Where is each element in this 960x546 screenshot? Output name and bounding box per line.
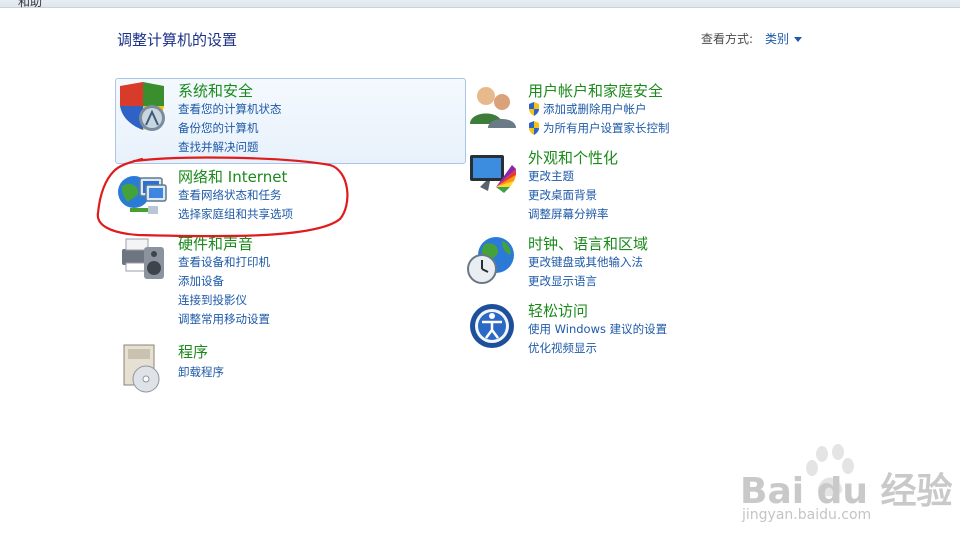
category-title-clock-language[interactable]: 时钟、语言和区域 (528, 233, 648, 254)
window-title-clip: 和助 (18, 0, 43, 9)
link-keyboard-input[interactable]: 更改键盘或其他输入法 (528, 254, 643, 270)
link-parental-controls[interactable]: 为所有用户设置家长控制 (528, 120, 670, 136)
link-optimize-display[interactable]: 优化视频显示 (528, 340, 597, 356)
uac-shield-icon (529, 121, 539, 135)
link-devices-printers[interactable]: 查看设备和打印机 (178, 254, 270, 270)
red-annotation-circle (96, 156, 349, 238)
link-connect-projector[interactable]: 连接到投影仪 (178, 292, 247, 308)
globe-clock-icon (467, 237, 514, 284)
link-change-background[interactable]: 更改桌面背景 (528, 187, 597, 203)
users-icon (470, 87, 516, 128)
link-add-device[interactable]: 添加设备 (178, 273, 224, 289)
uac-shield-icon (529, 102, 539, 116)
link-screen-resolution[interactable]: 调整屏幕分辨率 (528, 206, 609, 222)
ease-of-access-icon (470, 304, 514, 348)
category-title-programs[interactable]: 程序 (178, 341, 208, 362)
category-title-appearance[interactable]: 外观和个性化 (528, 147, 618, 168)
view-by-value: 类别 (765, 32, 790, 46)
window-top-strip: 和助 (0, 0, 960, 9)
link-recommended-settings[interactable]: 使用 Windows 建议的设置 (528, 321, 667, 337)
link-label: 为所有用户设置家长控制 (543, 121, 670, 135)
category-title-user-accounts[interactable]: 用户帐户和家庭安全 (528, 80, 663, 101)
link-view-computer-status[interactable]: 查看您的计算机状态 (178, 101, 282, 117)
page-title: 调整计算机的设置 (117, 31, 238, 49)
monitor-color-icon (470, 155, 516, 193)
view-by-dropdown[interactable]: 类别 (765, 30, 803, 47)
dropdown-caret-icon (794, 37, 803, 42)
category-title-system-security[interactable]: 系统和安全 (178, 80, 253, 101)
link-add-remove-accounts[interactable]: 添加或删除用户帐户 (528, 101, 647, 117)
printer-speaker-icon (122, 238, 164, 279)
link-change-theme[interactable]: 更改主题 (528, 168, 574, 184)
link-mobility-settings[interactable]: 调整常用移动设置 (178, 311, 270, 327)
shield-computer-icon (120, 82, 165, 131)
link-backup-computer[interactable]: 备份您的计算机 (178, 120, 259, 136)
category-title-ease-of-access[interactable]: 轻松访问 (528, 300, 588, 321)
programs-disc-icon (123, 344, 160, 393)
watermark-url: jingyan.baidu.com (742, 507, 872, 523)
link-uninstall-program[interactable]: 卸载程序 (178, 364, 224, 380)
link-display-language[interactable]: 更改显示语言 (528, 273, 597, 289)
link-label: 添加或删除用户帐户 (543, 102, 647, 116)
view-by-label: 查看方式: (701, 32, 754, 46)
